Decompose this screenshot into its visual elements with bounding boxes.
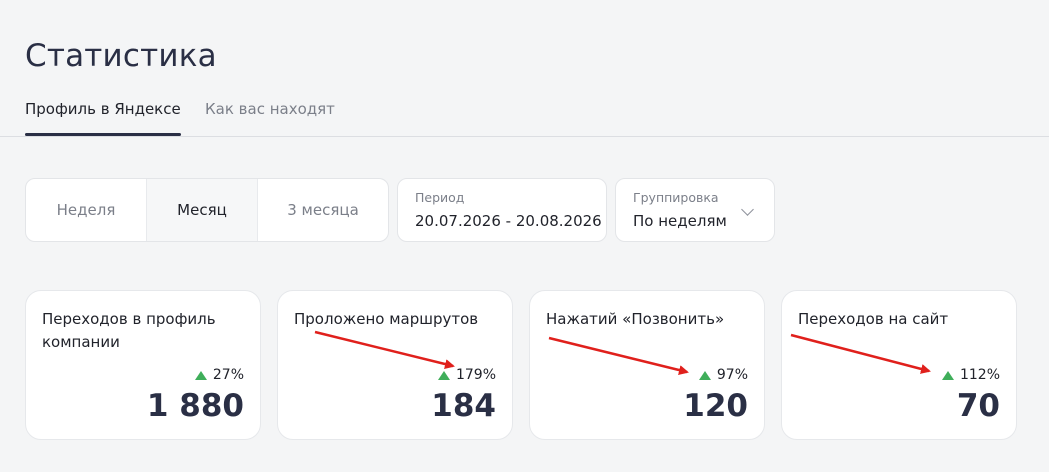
card-delta-value: 179% [455,367,496,383]
card-delta-value: 27% [212,367,244,383]
period-label: Период [415,190,465,205]
segment-week[interactable]: Неделя [26,179,146,241]
card-title: Переходов на сайт [798,310,949,328]
period-segmented-control: Неделя Месяц 3 месяца [25,178,389,242]
stat-card-site-visits[interactable]: Переходов на сайт 112% 70 [781,290,1017,440]
card-title: Переходов в профиль компании [42,310,216,351]
tab-bar: Профиль в Яндексе Как вас находят [0,92,1049,137]
card-delta-value: 97% [716,367,748,383]
trend-up-icon [941,370,954,380]
stat-card-calls[interactable]: Нажатий «Позвонить» 97% 120 [529,290,765,440]
card-delta-value: 112% [959,367,1000,383]
card-value: 184 [431,388,496,424]
grouping-value: По неделям [633,212,727,230]
card-delta: 97% [698,367,748,383]
card-value: 120 [683,388,748,424]
card-delta: 27% [194,367,244,383]
trend-up-icon [437,370,450,380]
trend-up-icon [698,370,711,380]
chevron-down-icon [741,203,754,216]
segment-month[interactable]: Месяц [146,179,258,241]
period-field[interactable]: Период 20.07.2026 - 20.08.2026 [397,178,607,242]
stat-card-profile-visits[interactable]: Переходов в профиль компании 27% 1 880 [25,290,261,440]
tab-how-found[interactable]: Как вас находят [205,100,335,134]
period-value: 20.07.2026 - 20.08.2026 [415,212,602,230]
card-delta: 179% [437,367,496,383]
grouping-label: Группировка [633,190,719,205]
card-value: 1 880 [146,388,244,424]
segment-3-months[interactable]: 3 месяца [258,179,388,241]
card-value: 70 [956,388,1000,424]
trend-up-icon [194,370,207,380]
stat-card-routes[interactable]: Проложено маршрутов 179% 184 [277,290,513,440]
card-title: Нажатий «Позвонить» [546,310,725,328]
page-title: Статистика [25,38,217,74]
tab-yandex-profile[interactable]: Профиль в Яндексе [25,100,181,136]
card-title: Проложено маршрутов [294,310,479,328]
grouping-select[interactable]: Группировка По неделям [615,178,775,242]
card-delta: 112% [941,367,1000,383]
